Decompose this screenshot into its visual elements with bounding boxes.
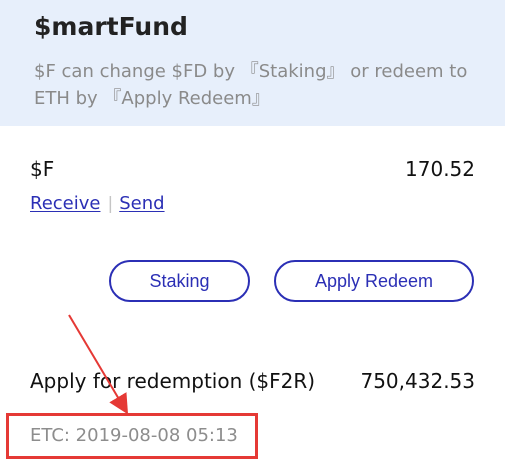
link-separator: |	[107, 194, 114, 214]
action-buttons: Staking Apply Redeem	[109, 260, 474, 302]
asset-label: $F	[30, 157, 55, 181]
staking-button[interactable]: Staking	[109, 260, 250, 302]
asset-panel: $F 170.52 Receive | Send Staking Apply R…	[0, 126, 505, 470]
header-banner: $martFund $F can change $FD by 『Staking』…	[0, 0, 505, 126]
apply-redeem-button[interactable]: Apply Redeem	[274, 260, 474, 302]
asset-balance-row: $F 170.52	[30, 156, 475, 182]
asset-balance: 170.52	[405, 157, 475, 181]
asset-links: Receive | Send	[30, 193, 165, 215]
redemption-row: Apply for redemption ($F2R) 750,432.53	[30, 366, 475, 396]
send-link[interactable]: Send	[119, 193, 164, 215]
app-title: $martFund	[34, 12, 188, 41]
header-description: $F can change $FD by 『Staking』 or redeem…	[34, 61, 468, 109]
smartfund-screen: $martFund $F can change $FD by 『Staking』…	[0, 0, 505, 470]
redemption-value: 750,432.53	[360, 369, 475, 393]
receive-link[interactable]: Receive	[30, 193, 100, 215]
etc-highlight-box: ETC: 2019-08-08 05:13	[6, 413, 258, 459]
etc-timestamp: ETC: 2019-08-08 05:13	[30, 425, 238, 446]
redemption-label: Apply for redemption ($F2R)	[30, 369, 316, 393]
